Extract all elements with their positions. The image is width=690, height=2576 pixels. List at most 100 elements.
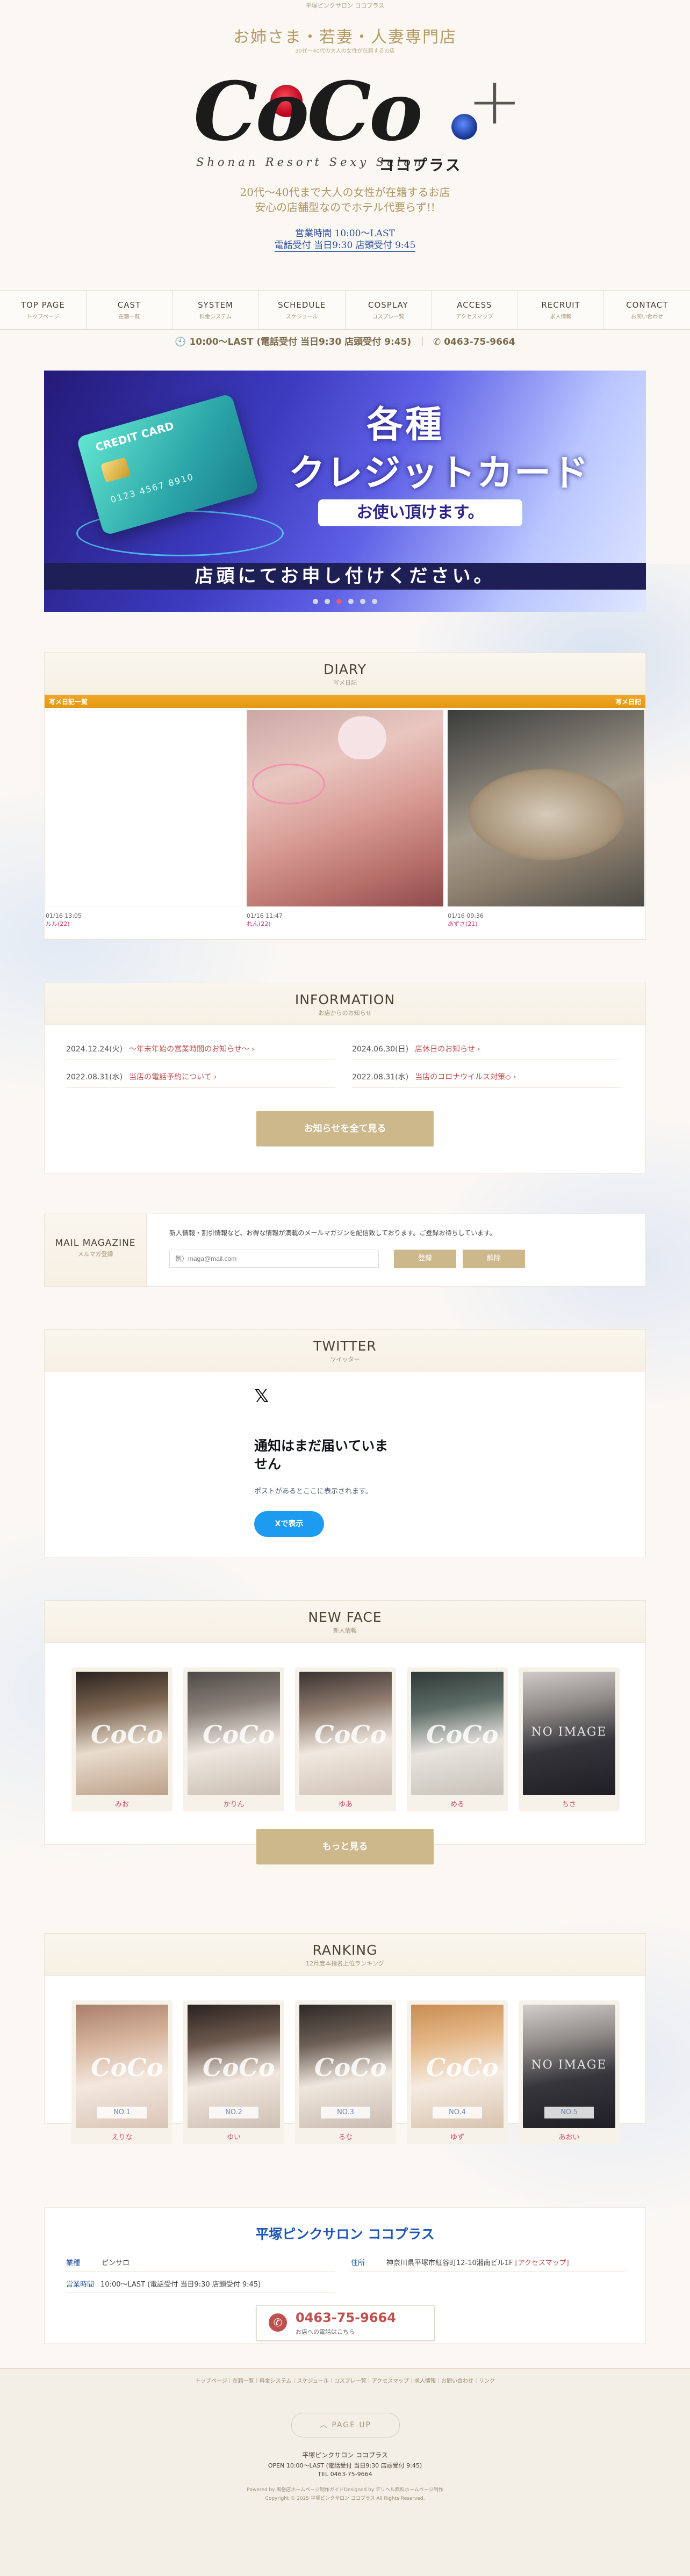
ranking-card[interactable]: CoCo NO.3 るな (295, 2000, 396, 2144)
slider-dot[interactable] (348, 599, 354, 604)
mail-header: MAIL MAGAZINE メルマガ登録 (45, 1214, 147, 1286)
nav-label: SCHEDULE (278, 300, 326, 310)
diary-name[interactable]: あずさ(21) (448, 920, 484, 928)
top-text: 平塚ピンクサロン ココプラス (305, 2, 385, 9)
nav-label: CAST (117, 300, 141, 310)
ranking-card[interactable]: NO IMAGE NO.5 あおい (519, 2000, 620, 2144)
info-title[interactable]: ～年末年始の営業時間のお知らせ～ (129, 1045, 249, 1054)
call-button[interactable]: ✆ 0463-75-9664 お店への電話はこちら (256, 2305, 435, 2341)
slider-dot[interactable] (325, 599, 330, 604)
info-item[interactable]: 2024.06.30(日) 店休日のお知らせ › (352, 1043, 480, 1054)
diary-entry[interactable]: 01/16 11:47 れん(22) (247, 710, 443, 928)
nav-item-system[interactable]: SYSTEM 料金システム (172, 291, 259, 329)
divider (352, 1087, 621, 1088)
cast-name[interactable]: ゆい (183, 2131, 284, 2142)
access-map-link[interactable]: [アクセスマップ] (515, 2259, 569, 2267)
cast-card[interactable]: NO IMAGE ちさ (519, 1667, 620, 1811)
diary-link[interactable]: 写メ日記 (615, 697, 641, 706)
cast-name[interactable]: ちさ (519, 1798, 620, 1809)
nav-sublabel: スケジュール (286, 314, 318, 320)
nav-item-cosplay[interactable]: COSPLAY コスプレ一覧 (346, 291, 432, 329)
slider-dot[interactable] (360, 599, 365, 604)
info-phone[interactable]: 0463-75-9664 (444, 337, 515, 347)
cast-card[interactable]: CoCo ゆあ (295, 1667, 396, 1811)
diary-entry[interactable]: 01/16 09:36 あずさ(21) (448, 710, 644, 928)
email-input[interactable] (169, 1250, 379, 1268)
nav-label: TOP PAGE (20, 300, 65, 310)
nav-item-recruit[interactable]: RECRUIT 求人情報 (518, 291, 605, 329)
nav-item-access[interactable]: ACCESS アクセスマップ (432, 291, 518, 329)
info-title[interactable]: 店休日のお知らせ (415, 1045, 475, 1054)
all-news-button[interactable]: お知らせを全て見る (256, 1111, 434, 1146)
cast-card[interactable]: CoCo みお (71, 1667, 172, 1811)
footer-powered[interactable]: Powered by 風俗店ホームページ制作ガイドDesigned by デリヘ… (0, 2486, 690, 2493)
info-bar: 🕙 10:00～LAST (電話受付 当日9:30 店頭受付 9:45) ｜ ✆… (175, 337, 515, 347)
x-logo-icon[interactable]: 𝕏 (254, 1385, 269, 1407)
cast-card[interactable]: CoCo かりん (183, 1667, 284, 1811)
info-item[interactable]: 2024.12.24(火) ～年末年始の営業時間のお知らせ～ › (66, 1043, 254, 1054)
ranking-card[interactable]: CoCo NO.2 ゆい (183, 2000, 284, 2144)
twitter-header: TWITTER ツイッター (45, 1330, 645, 1372)
cast-name[interactable]: るな (295, 2131, 396, 2142)
logo-kana: ココプラス (379, 156, 462, 174)
divider (66, 2271, 335, 2272)
divider (351, 2271, 625, 2272)
cast-name[interactable]: かりん (183, 1798, 284, 1809)
site-logo[interactable]: CoCo + Shonan Resort Sexy Salon ココプラス (183, 54, 522, 183)
shop-hours-row: 営業時間 10:00～LAST (電話受付 当日9:30 店頭受付 9:45) (66, 2279, 261, 2289)
x-empty-heading: 通知はまだ届いていま せん (254, 1437, 388, 1474)
shop-address: 神奈川県平塚市紅谷町12-10湘南ビル1F (386, 2259, 513, 2267)
nav-label: ACCESS (457, 300, 492, 310)
footer-links[interactable]: トップページ｜在籍一覧｜料金システム｜スケジュール｜コスプレ一覧｜アクセスマップ… (0, 2376, 690, 2384)
arrow-icon: › (251, 1045, 255, 1054)
ranking-card[interactable]: CoCo NO.1 えりな (71, 2000, 172, 2144)
cast-name[interactable]: める (407, 1798, 508, 1809)
nav-sublabel: コスプレ一覧 (372, 314, 405, 320)
more-button[interactable]: もっと見る (256, 1829, 434, 1864)
hero-banner[interactable]: CREDIT CARD 0123 4567 8910 各種 クレジットカード お… (44, 371, 646, 612)
diary-thumbnail (46, 710, 242, 906)
watermark: CoCo (426, 1720, 499, 1749)
cast-photo: NO IMAGE NO.5 (523, 2005, 615, 2128)
page-up-button[interactable]: ︿ PAGE UP (291, 2413, 400, 2437)
slider-dot[interactable] (313, 599, 318, 604)
cast-photo: NO IMAGE (523, 1672, 615, 1795)
cast-name[interactable]: みお (71, 1798, 172, 1809)
watermark: CoCo (426, 2053, 499, 2082)
info-item[interactable]: 2022.08.31(水) 当店の電話予約について › (66, 1071, 217, 1082)
section-subtitle: お店からのお知らせ (318, 1010, 372, 1017)
info-item[interactable]: 2022.08.31(水) 当店のコロナウイルス対策◇ › (352, 1071, 516, 1082)
nav-item-top[interactable]: TOP PAGE トップページ (0, 291, 87, 329)
subscribe-button[interactable]: 登録 (394, 1250, 456, 1268)
logo-main: CoCo (193, 64, 423, 159)
cast-photo: CoCo NO.3 (299, 2005, 392, 2128)
nav-label: COSPLAY (368, 300, 408, 310)
nav-item-schedule[interactable]: SCHEDULE スケジュール (259, 291, 346, 329)
nav-item-cast[interactable]: CAST 在籍一覧 (87, 291, 173, 329)
diary-name[interactable]: ルル(22) (46, 920, 82, 928)
cast-name[interactable]: あおい (519, 2131, 620, 2142)
slider-dot[interactable] (372, 599, 377, 604)
unsubscribe-button[interactable]: 解除 (463, 1250, 525, 1268)
diary-list-link[interactable]: 写メ日記一覧 (49, 697, 88, 706)
info-title[interactable]: 当店のコロナウイルス対策◇ (415, 1073, 511, 1082)
slider-dot-active[interactable] (336, 599, 342, 604)
cast-card[interactable]: CoCo める (407, 1667, 508, 1811)
cast-name[interactable]: ゆあ (295, 1798, 396, 1809)
diary-entry[interactable]: 01/16 13:05 ルル(22) (46, 710, 242, 928)
new-face-section: NEW FACE 新人情報 CoCo みお CoCo かりん CoCo ゆあ C… (44, 1600, 646, 1864)
shop-address-row: 住所 神奈川県平塚市紅谷町12-10湘南ビル1F [アクセスマップ] (351, 2257, 569, 2267)
cast-name[interactable]: ゆず (407, 2131, 508, 2142)
diary-meta: 01/16 09:36 あずさ(21) (448, 912, 484, 928)
catch-sub: 30代〜40代の大人の女性が在籍するお店 (295, 48, 395, 54)
info-title[interactable]: 当店の電話予約について (129, 1073, 212, 1082)
nav-item-contact[interactable]: CONTACT お問い合わせ (604, 291, 690, 329)
ranking-card[interactable]: CoCo NO.4 ゆず (407, 2000, 508, 2144)
banner-line-2: クレジットカード (289, 452, 590, 495)
view-on-x-button[interactable]: Xで表示 (254, 1511, 324, 1537)
slider-dots (44, 596, 646, 606)
diary-name[interactable]: れん(22) (247, 920, 283, 928)
lead-line-1: 20代～40代まで大人の女性が在籍するお店 (240, 186, 450, 199)
cast-name[interactable]: えりな (71, 2131, 172, 2142)
phone-icon: ✆ (433, 337, 441, 347)
